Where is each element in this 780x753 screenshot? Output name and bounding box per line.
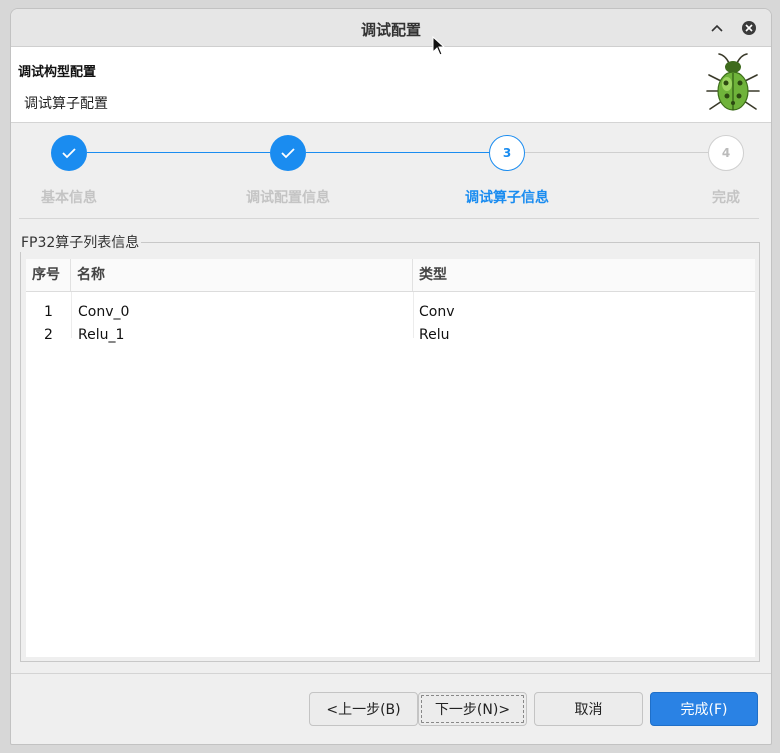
next-button[interactable]: 下一步(N)> <box>418 692 527 726</box>
step-label-debug-config: 调试配置信息 <box>246 190 330 206</box>
operator-table[interactable]: 序号 名称 类型 1 Conv_0 Conv 2 Relu_1 Relu <box>26 259 755 657</box>
column-header-index[interactable]: 序号 <box>26 259 71 291</box>
table-row[interactable]: 2 Relu_1 Relu <box>26 324 755 347</box>
cell-name: Relu_1 <box>78 327 125 343</box>
dialog-window: 调试配置 调试构型配置 调试算子配置 3 4 基本信息 调试配置信息 调试算子信… <box>10 8 772 745</box>
close-icon <box>745 24 753 32</box>
cell-index: 1 <box>44 304 53 320</box>
step-2-indicator <box>270 135 306 171</box>
table-header: 序号 名称 类型 <box>26 259 755 292</box>
minimize-button[interactable] <box>707 18 727 38</box>
table-row[interactable]: 1 Conv_0 Conv <box>26 301 755 324</box>
group-legend: FP32算子列表信息 <box>19 232 142 252</box>
wizard-header: 调试构型配置 调试算子配置 <box>11 47 771 123</box>
check-icon <box>62 148 76 159</box>
step-4-indicator: 4 <box>708 135 744 171</box>
close-button[interactable] <box>739 18 759 38</box>
mouse-cursor-icon <box>432 36 446 56</box>
footer-divider <box>11 673 771 674</box>
header-subtitle: 调试算子配置 <box>24 96 108 112</box>
wizard-steps: 3 4 基本信息 调试配置信息 调试算子信息 完成 <box>11 123 771 219</box>
step-label-finish: 完成 <box>712 190 740 206</box>
cell-index: 2 <box>44 327 53 343</box>
prev-button[interactable]: <上一步(B) <box>309 692 418 726</box>
window-title: 调试配置 <box>360 21 421 39</box>
header-title: 调试构型配置 <box>18 65 97 80</box>
step-3-indicator: 3 <box>489 135 525 171</box>
column-header-type[interactable]: 类型 <box>413 259 755 291</box>
check-icon <box>281 148 295 159</box>
step-1-indicator <box>51 135 87 171</box>
step-connector <box>306 152 489 153</box>
finish-button[interactable]: 完成(F) <box>650 692 758 726</box>
step-label-debug-operator: 调试算子信息 <box>465 190 549 206</box>
cell-type: Relu <box>419 327 450 343</box>
cell-name: Conv_0 <box>78 304 130 320</box>
cell-type: Conv <box>419 304 455 320</box>
cancel-button[interactable]: 取消 <box>534 692 643 726</box>
title-bar[interactable]: 调试配置 <box>11 9 771 47</box>
step-connector <box>525 152 708 153</box>
beetle-icon <box>706 53 760 111</box>
column-header-name[interactable]: 名称 <box>71 259 413 291</box>
chevron-up-icon <box>711 24 723 32</box>
step-label-basic-info: 基本信息 <box>41 190 97 206</box>
step-connector <box>87 152 270 153</box>
divider <box>19 218 759 219</box>
